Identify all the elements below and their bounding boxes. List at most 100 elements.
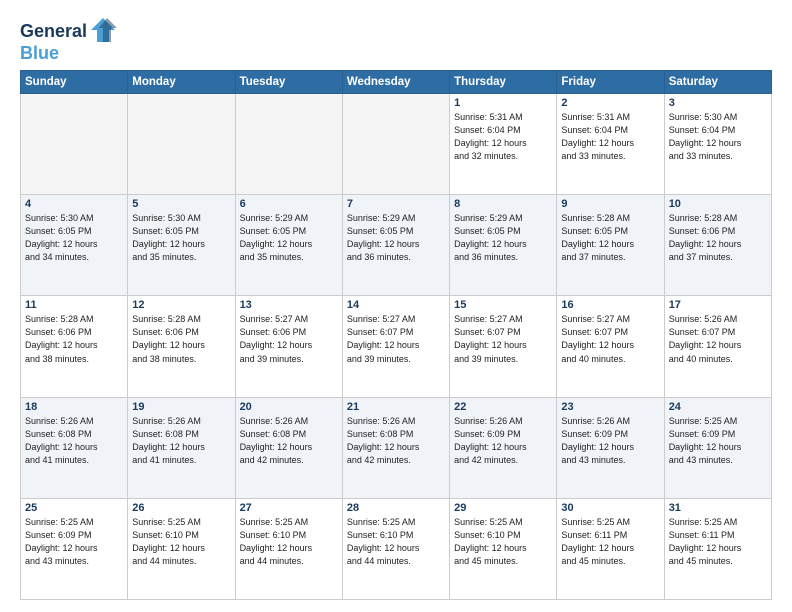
calendar-cell: 9Sunrise: 5:28 AM Sunset: 6:05 PM Daylig… [557, 195, 664, 296]
day-info: Sunrise: 5:31 AM Sunset: 6:04 PM Dayligh… [454, 111, 552, 163]
day-info: Sunrise: 5:30 AM Sunset: 6:05 PM Dayligh… [25, 212, 123, 264]
calendar-cell: 10Sunrise: 5:28 AM Sunset: 6:06 PM Dayli… [664, 195, 771, 296]
day-number: 21 [347, 401, 445, 413]
calendar-cell: 22 Sunrise: 5:26 AM Sunset: 6:09 PM Dayli… [450, 397, 557, 498]
week-row-3: 11 Sunrise: 5:28 AM Sunset: 6:06 PM Dayli… [21, 296, 772, 397]
day-number: 20 [240, 401, 338, 413]
day-number: 14 [347, 299, 445, 311]
day-number: 18 [25, 401, 123, 413]
logo: General Blue [20, 20, 117, 64]
calendar-cell: 18Sunrise: 5:26 AM Sunset: 6:08 PM Dayli… [21, 397, 128, 498]
day-number: 4 [25, 198, 123, 210]
weekday-header-sunday: Sunday [21, 71, 128, 94]
day-number: 5 [132, 198, 230, 210]
day-info: Sunrise: 5:25 AM Sunset: 6:09 PM Dayligh… [25, 516, 123, 568]
day-number: 2 [561, 97, 659, 109]
calendar-cell: 3Sunrise: 5:30 AM Sunset: 6:04 PM Daylig… [664, 94, 771, 195]
day-info: Sunrise: 5:28 AM Sunset: 6:06 PM Dayligh… [669, 212, 767, 264]
day-number: 11 [25, 299, 123, 311]
day-number: 6 [240, 198, 338, 210]
day-info: Sunrise: 5:31 AM Sunset: 6:04 PM Dayligh… [561, 111, 659, 163]
day-number: 12 [132, 299, 230, 311]
day-info: Sunrise: 5:30 AM Sunset: 6:04 PM Dayligh… [669, 111, 767, 163]
day-info: Sunrise: 5:27 AM Sunset: 6:07 PM Dayligh… [561, 313, 659, 365]
calendar-cell: 19Sunrise: 5:26 AM Sunset: 6:08 PM Dayli… [128, 397, 235, 498]
calendar-cell: 29 Sunrise: 5:25 AM Sunset: 6:10 PM Dayli… [450, 498, 557, 599]
calendar-cell: 17 Sunrise: 5:26 AM Sunset: 6:07 PM Dayli… [664, 296, 771, 397]
page: General Blue SundayMondayTuesdayWednesda… [0, 0, 792, 612]
week-row-5: 25 Sunrise: 5:25 AM Sunset: 6:09 PM Dayli… [21, 498, 772, 599]
calendar-cell: 15Sunrise: 5:27 AM Sunset: 6:07 PM Dayli… [450, 296, 557, 397]
logo-icon [89, 16, 117, 44]
calendar-cell: 30 Sunrise: 5:25 AM Sunset: 6:11 PM Dayli… [557, 498, 664, 599]
day-info: Sunrise: 5:30 AM Sunset: 6:05 PM Dayligh… [132, 212, 230, 264]
calendar-cell: 2 Sunrise: 5:31 AM Sunset: 6:04 PM Daylig… [557, 94, 664, 195]
weekday-header-wednesday: Wednesday [342, 71, 449, 94]
logo-text2: Blue [20, 43, 59, 63]
day-info: Sunrise: 5:28 AM Sunset: 6:05 PM Dayligh… [561, 212, 659, 264]
day-number: 23 [561, 401, 659, 413]
day-info: Sunrise: 5:28 AM Sunset: 6:06 PM Dayligh… [25, 313, 123, 365]
weekday-header-tuesday: Tuesday [235, 71, 342, 94]
day-info: Sunrise: 5:26 AM Sunset: 6:08 PM Dayligh… [240, 415, 338, 467]
calendar-cell [21, 94, 128, 195]
calendar-cell: 14 Sunrise: 5:27 AM Sunset: 6:07 PM Dayli… [342, 296, 449, 397]
day-number: 16 [561, 299, 659, 311]
calendar-cell: 13 Sunrise: 5:27 AM Sunset: 6:06 PM Dayli… [235, 296, 342, 397]
calendar-cell: 8 Sunrise: 5:29 AM Sunset: 6:05 PM Daylig… [450, 195, 557, 296]
calendar-cell: 25 Sunrise: 5:25 AM Sunset: 6:09 PM Dayli… [21, 498, 128, 599]
calendar-cell: 24 Sunrise: 5:25 AM Sunset: 6:09 PM Dayli… [664, 397, 771, 498]
day-info: Sunrise: 5:25 AM Sunset: 6:10 PM Dayligh… [454, 516, 552, 568]
day-info: Sunrise: 5:25 AM Sunset: 6:10 PM Dayligh… [240, 516, 338, 568]
calendar-cell: 4 Sunrise: 5:30 AM Sunset: 6:05 PM Daylig… [21, 195, 128, 296]
day-number: 8 [454, 198, 552, 210]
day-number: 29 [454, 502, 552, 514]
day-info: Sunrise: 5:29 AM Sunset: 6:05 PM Dayligh… [240, 212, 338, 264]
day-number: 26 [132, 502, 230, 514]
weekday-header-friday: Friday [557, 71, 664, 94]
calendar-table: SundayMondayTuesdayWednesdayThursdayFrid… [20, 70, 772, 600]
calendar-cell: 6 Sunrise: 5:29 AM Sunset: 6:05 PM Daylig… [235, 195, 342, 296]
calendar-cell: 26 Sunrise: 5:25 AM Sunset: 6:10 PM Dayli… [128, 498, 235, 599]
weekday-header-saturday: Saturday [664, 71, 771, 94]
day-info: Sunrise: 5:25 AM Sunset: 6:09 PM Dayligh… [669, 415, 767, 467]
day-number: 30 [561, 502, 659, 514]
day-info: Sunrise: 5:28 AM Sunset: 6:06 PM Dayligh… [132, 313, 230, 365]
day-number: 22 [454, 401, 552, 413]
day-info: Sunrise: 5:27 AM Sunset: 6:07 PM Dayligh… [347, 313, 445, 365]
day-number: 31 [669, 502, 767, 514]
weekday-header-row: SundayMondayTuesdayWednesdayThursdayFrid… [21, 71, 772, 94]
day-info: Sunrise: 5:26 AM Sunset: 6:07 PM Dayligh… [669, 313, 767, 365]
day-info: Sunrise: 5:25 AM Sunset: 6:11 PM Dayligh… [669, 516, 767, 568]
weekday-header-thursday: Thursday [450, 71, 557, 94]
week-row-1: 1 Sunrise: 5:31 AM Sunset: 6:04 PM Daylig… [21, 94, 772, 195]
day-info: Sunrise: 5:25 AM Sunset: 6:11 PM Dayligh… [561, 516, 659, 568]
day-info: Sunrise: 5:25 AM Sunset: 6:10 PM Dayligh… [132, 516, 230, 568]
day-number: 13 [240, 299, 338, 311]
logo-text: General [20, 22, 87, 42]
calendar-cell: 12 Sunrise: 5:28 AM Sunset: 6:06 PM Dayli… [128, 296, 235, 397]
calendar-cell [128, 94, 235, 195]
day-number: 19 [132, 401, 230, 413]
header: General Blue [20, 16, 772, 64]
day-number: 27 [240, 502, 338, 514]
day-number: 24 [669, 401, 767, 413]
weekday-header-monday: Monday [128, 71, 235, 94]
day-info: Sunrise: 5:26 AM Sunset: 6:09 PM Dayligh… [454, 415, 552, 467]
day-info: Sunrise: 5:27 AM Sunset: 6:06 PM Dayligh… [240, 313, 338, 365]
day-number: 25 [25, 502, 123, 514]
day-number: 28 [347, 502, 445, 514]
day-number: 17 [669, 299, 767, 311]
calendar-cell: 23 Sunrise: 5:26 AM Sunset: 6:09 PM Dayli… [557, 397, 664, 498]
day-number: 15 [454, 299, 552, 311]
day-info: Sunrise: 5:29 AM Sunset: 6:05 PM Dayligh… [347, 212, 445, 264]
calendar-cell [235, 94, 342, 195]
day-info: Sunrise: 5:26 AM Sunset: 6:09 PM Dayligh… [561, 415, 659, 467]
day-info: Sunrise: 5:29 AM Sunset: 6:05 PM Dayligh… [454, 212, 552, 264]
day-number: 1 [454, 97, 552, 109]
calendar-cell: 28Sunrise: 5:25 AM Sunset: 6:10 PM Dayli… [342, 498, 449, 599]
calendar-cell: 31 Sunrise: 5:25 AM Sunset: 6:11 PM Dayli… [664, 498, 771, 599]
day-number: 7 [347, 198, 445, 210]
calendar-cell: 27 Sunrise: 5:25 AM Sunset: 6:10 PM Dayli… [235, 498, 342, 599]
calendar-cell [342, 94, 449, 195]
